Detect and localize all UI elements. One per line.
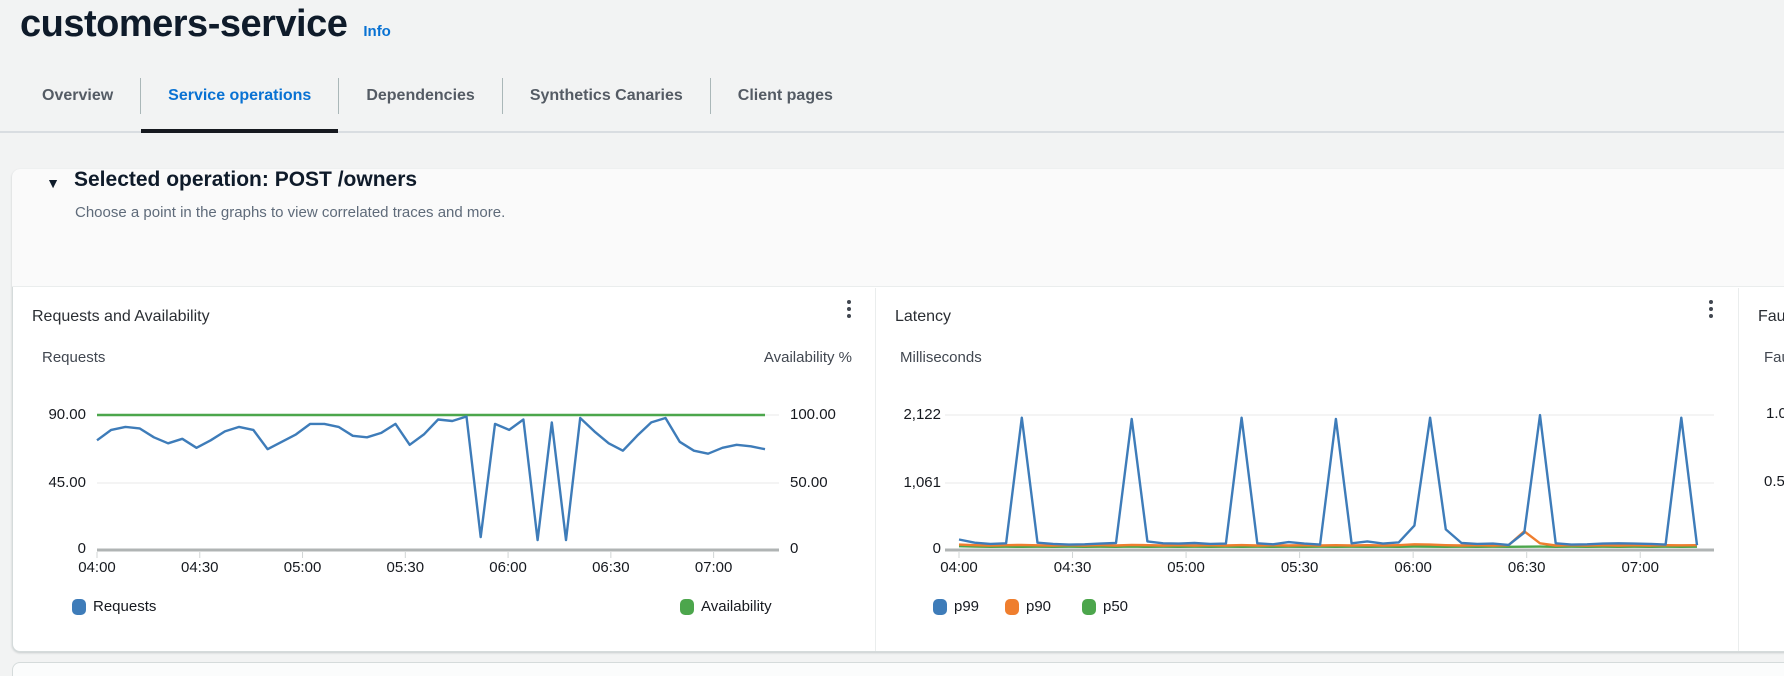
selected-operation-subtitle: Choose a point in the graphs to view cor… xyxy=(75,203,505,223)
tab-dependencies[interactable]: Dependencies xyxy=(339,60,501,131)
chart-options-kebab-icon[interactable] xyxy=(836,294,862,324)
legend-label: p50 xyxy=(1103,597,1128,617)
tab-label: Client pages xyxy=(738,87,833,105)
page-header: customers-service Info xyxy=(20,0,391,48)
requests-axis-label: Requests xyxy=(42,348,105,368)
legend-item-availability[interactable]: Availability xyxy=(680,597,772,617)
legend-color-chip xyxy=(933,599,947,615)
collapse-arrow-icon[interactable]: ▼ xyxy=(42,172,64,194)
tab-overview[interactable]: Overview xyxy=(42,60,140,131)
legend-item-p90[interactable]: p90 xyxy=(1005,597,1051,617)
tab-synthetics-canaries[interactable]: Synthetics Canaries xyxy=(503,60,710,131)
tab-label: Overview xyxy=(42,87,113,105)
tab-label: Synthetics Canaries xyxy=(530,87,683,105)
next-section-card xyxy=(12,662,1784,676)
tab-label: Service operations xyxy=(168,87,311,105)
legend-color-chip xyxy=(72,599,86,615)
tab-label: Dependencies xyxy=(366,87,474,105)
legend-item-p50[interactable]: p50 xyxy=(1082,597,1128,617)
legend-color-chip xyxy=(1005,599,1019,615)
availability-axis-label: Availability % xyxy=(700,348,852,368)
legend-item-requests[interactable]: Requests xyxy=(72,597,156,617)
tab-service-operations[interactable]: Service operations xyxy=(141,60,338,131)
application-signals-page: customers-service Info Overview Service … xyxy=(0,0,1784,676)
legend-label: Availability xyxy=(701,597,772,617)
milliseconds-axis-label: Milliseconds xyxy=(900,348,982,368)
legend-label: p90 xyxy=(1026,597,1051,617)
faults-axis-label: Fau xyxy=(1764,348,1784,368)
page-title: customers-service xyxy=(20,0,347,48)
y-tick-label: 1.0 xyxy=(1766,405,1784,422)
requests-availability-chart-title: Requests and Availability xyxy=(32,306,210,328)
chart-options-kebab-icon[interactable] xyxy=(1698,294,1724,324)
chart-column-divider xyxy=(1738,288,1739,651)
legend-color-chip xyxy=(680,599,694,615)
y-tick-label: 0.5 xyxy=(1764,473,1784,490)
chart-column-divider xyxy=(875,288,876,651)
legend-label: p99 xyxy=(954,597,979,617)
legend-label: Requests xyxy=(93,597,156,617)
latency-chart-title: Latency xyxy=(895,306,951,328)
tab-bar: Overview Service operations Dependencies… xyxy=(0,60,1784,133)
legend-color-chip xyxy=(1082,599,1096,615)
tab-client-pages[interactable]: Client pages xyxy=(711,60,860,131)
faults-chart-title: Fau xyxy=(1758,306,1784,328)
legend-item-p99[interactable]: p99 xyxy=(933,597,979,617)
selected-operation-title: Selected operation: POST /owners xyxy=(74,166,417,194)
info-link[interactable]: Info xyxy=(363,23,391,40)
